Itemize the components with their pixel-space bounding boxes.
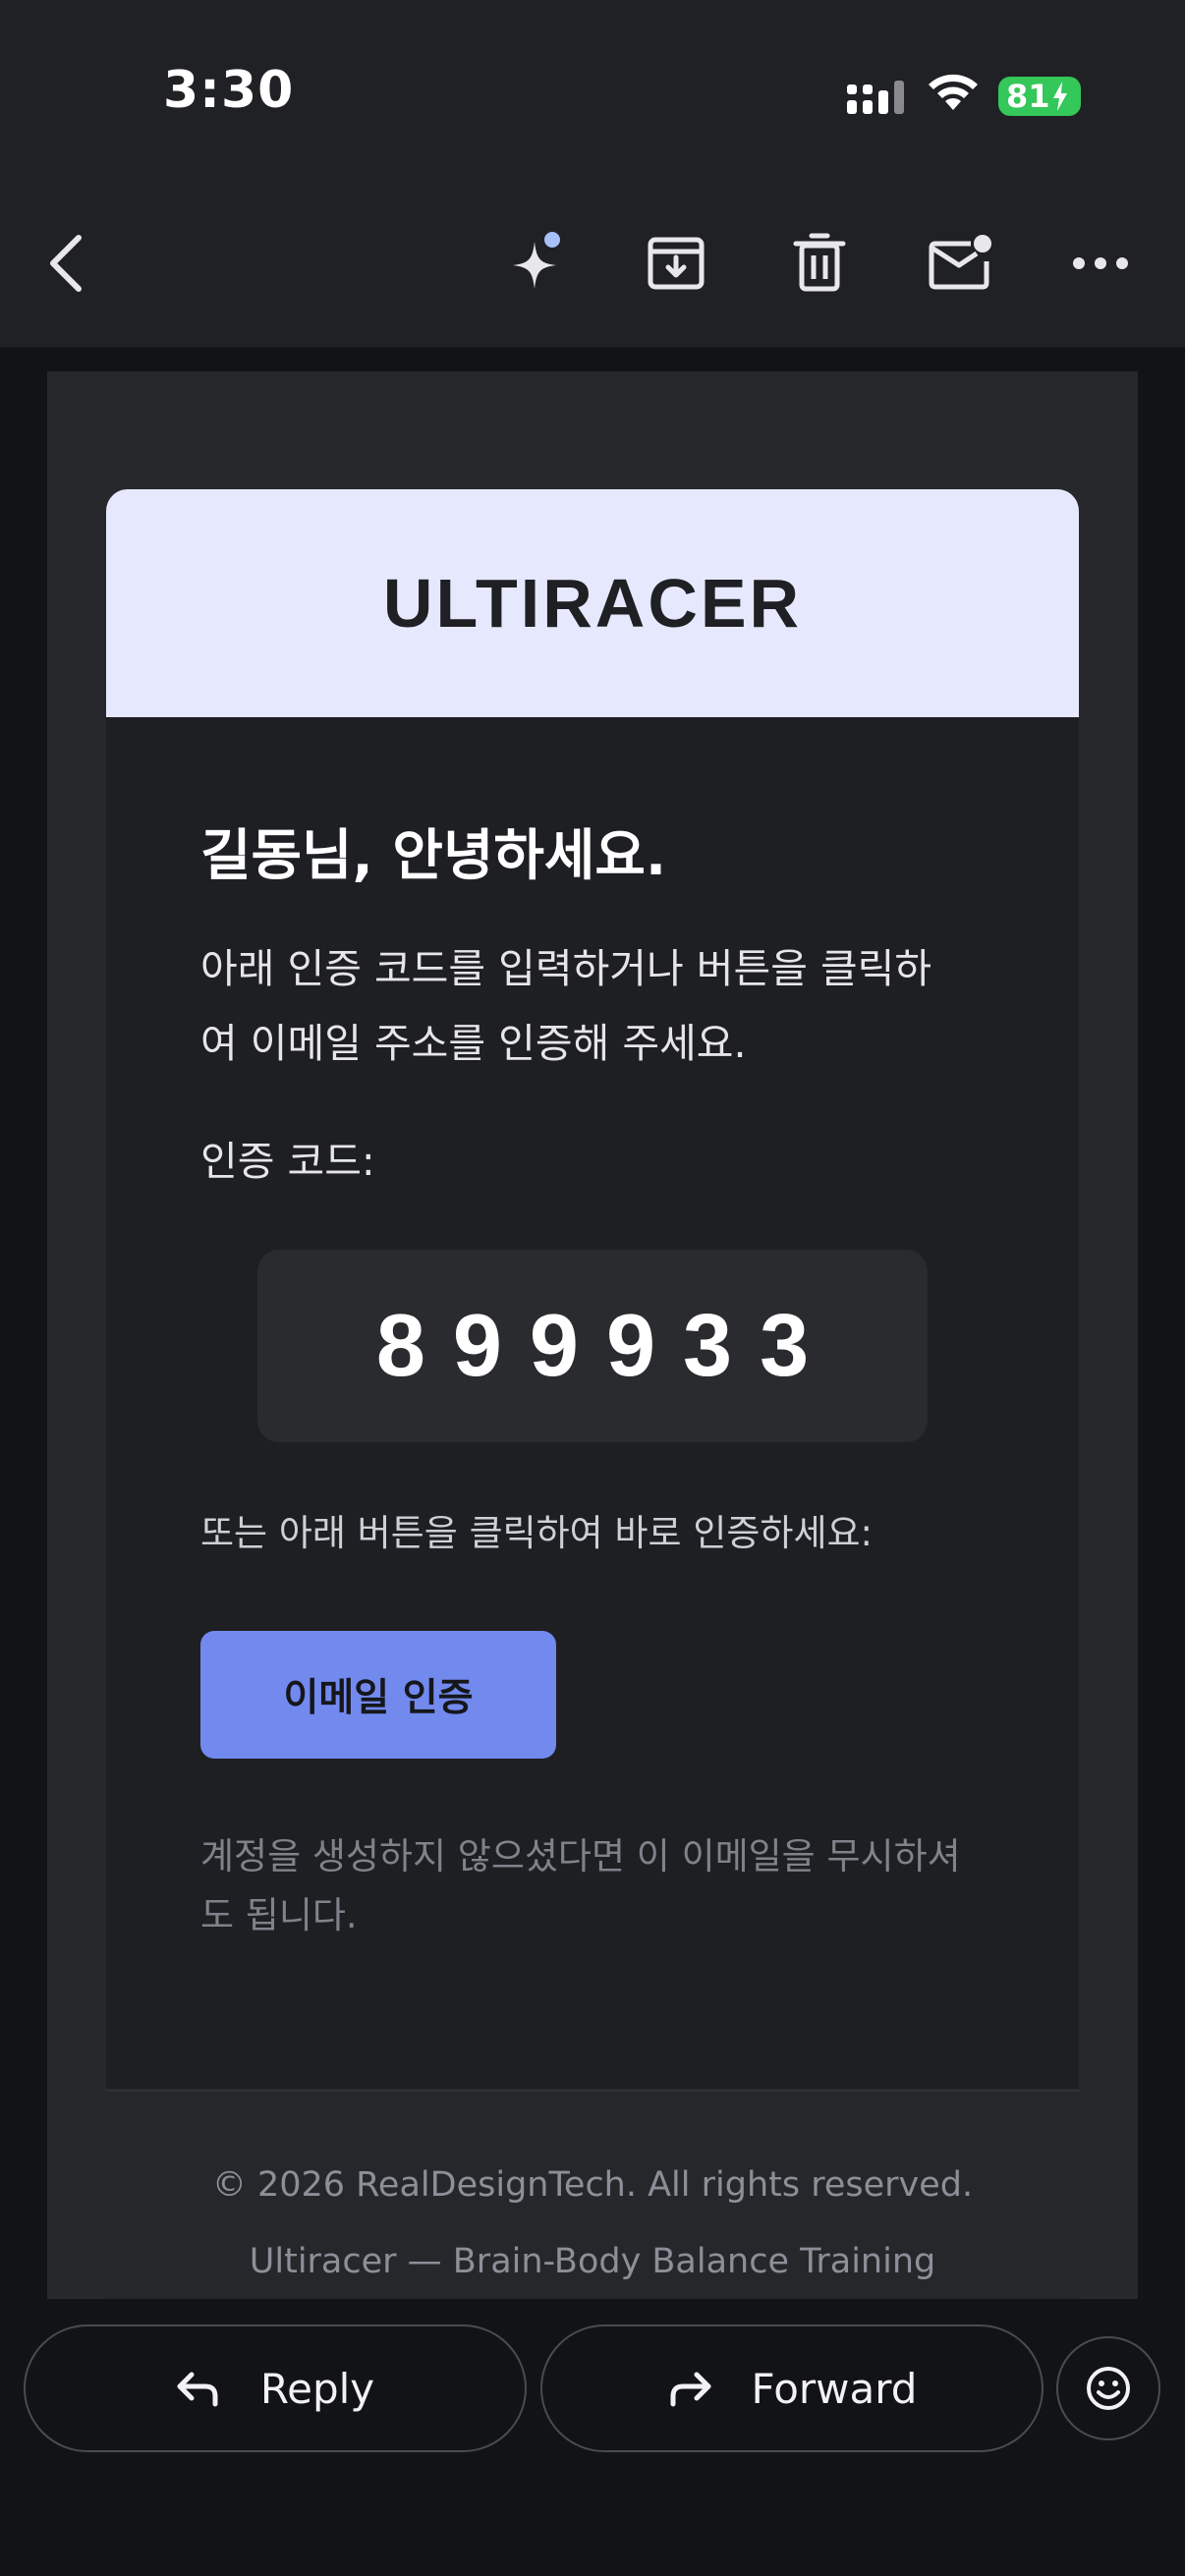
reply-button[interactable]: Reply bbox=[24, 2324, 527, 2452]
instructions-text: 아래 인증 코드를 입력하거나 버튼을 클릭하 여 이메일 주소를 인증해 주세… bbox=[200, 931, 987, 1081]
top-toolbar bbox=[0, 0, 1185, 348]
footer-copyright: © 2026 RealDesignTech. All rights reserv… bbox=[211, 2165, 974, 2205]
verify-email-button[interactable]: 이메일 인증 bbox=[200, 1631, 556, 1759]
reply-label: Reply bbox=[259, 2364, 375, 2413]
back-button[interactable] bbox=[29, 228, 100, 299]
gemini-summary-button[interactable] bbox=[499, 228, 570, 299]
archive-icon bbox=[648, 237, 705, 290]
more-options-button[interactable] bbox=[1065, 228, 1136, 299]
email-header-band: ULTIRACER bbox=[106, 489, 1079, 717]
emoji-reaction-button[interactable] bbox=[1056, 2336, 1160, 2440]
greeting-heading: 길동님, 안녕하세요. bbox=[200, 824, 667, 888]
footer-tagline: Ultiracer — Brain-Body Balance Training bbox=[249, 2242, 936, 2281]
forward-icon bbox=[670, 2372, 711, 2407]
brand-logo-text: ULTIRACER bbox=[382, 565, 803, 642]
mark-unread-button[interactable] bbox=[926, 228, 996, 299]
battery-level: 81 bbox=[1006, 78, 1050, 115]
delete-button[interactable] bbox=[784, 228, 855, 299]
battery-nub bbox=[1073, 86, 1081, 106]
reply-icon bbox=[177, 2372, 218, 2407]
cellular-signal-icon bbox=[847, 81, 904, 114]
forward-label: Forward bbox=[751, 2364, 918, 2413]
forward-button[interactable]: Forward bbox=[540, 2324, 1044, 2452]
instructions-line-2: 여 이메일 주소를 인증해 주세요. bbox=[200, 1020, 747, 1067]
instructions-line-1: 아래 인증 코드를 입력하거나 버튼을 클릭하 bbox=[200, 945, 932, 992]
ignore-notice: 계정을 생성하지 않으셨다면 이 이메일을 무시하셔 도 됩니다. bbox=[200, 1827, 987, 1945]
back-icon bbox=[50, 235, 82, 292]
archive-button[interactable] bbox=[641, 228, 711, 299]
charging-bolt-icon bbox=[1052, 82, 1067, 111]
more-icon bbox=[1073, 257, 1128, 269]
smiley-icon bbox=[1087, 2367, 1130, 2410]
wifi-icon bbox=[929, 74, 978, 110]
code-label: 인증 코드: bbox=[200, 1138, 375, 1185]
verification-code: 899933 bbox=[375, 1296, 837, 1395]
ignore-notice-line-2: 도 됩니다. bbox=[200, 1894, 358, 1936]
ignore-notice-line-1: 계정을 생성하지 않으셨다면 이 이메일을 무시하셔 bbox=[200, 1835, 961, 1877]
verification-code-box: 899933 bbox=[257, 1250, 928, 1442]
alternative-instruction: 또는 아래 버튼을 클릭하여 바로 인증하세요: bbox=[200, 1512, 873, 1554]
battery-indicator: 81 bbox=[998, 77, 1081, 116]
trash-icon bbox=[793, 233, 846, 292]
status-time: 3:30 bbox=[163, 61, 295, 120]
sparkle-icon bbox=[513, 232, 560, 289]
mark-unread-icon bbox=[929, 235, 991, 290]
